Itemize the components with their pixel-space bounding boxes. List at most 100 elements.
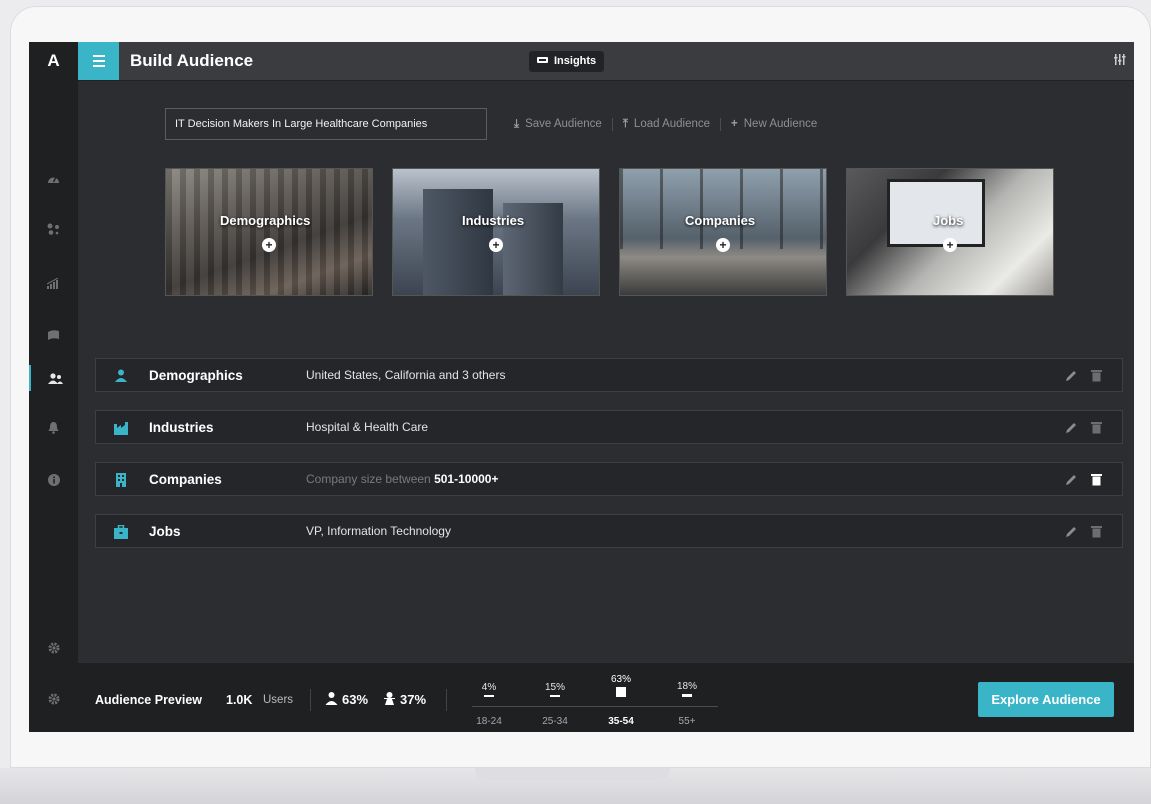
age-group-label: 55+ <box>678 716 696 727</box>
criteria-row-jobs[interactable]: Jobs VP, Information Technology <box>95 514 1123 548</box>
pencil-icon[interactable] <box>1065 421 1078 434</box>
menu-line-icon <box>92 65 105 67</box>
criteria-value: VP, Information Technology <box>306 524 451 538</box>
male-share: 63% <box>325 692 368 707</box>
upload-icon: ⤒ <box>622 118 628 130</box>
age-axis <box>472 706 718 707</box>
notifications-icon[interactable] <box>29 414 78 440</box>
age-pct-label: 15% <box>544 682 565 693</box>
crowd-photo <box>166 169 372 295</box>
page-title: Build Audience <box>130 51 254 70</box>
column-settings-icon[interactable] <box>1114 54 1126 68</box>
download-icon: ⤓ <box>514 118 520 130</box>
preview-count: 1.0K <box>226 693 253 707</box>
female-icon <box>384 692 395 705</box>
building-icon <box>116 473 126 487</box>
tile-demographics[interactable]: Demographics + <box>165 168 373 296</box>
add-circle-icon[interactable]: + <box>716 238 730 252</box>
load-audience-button[interactable]: ⤒ Load Audience <box>613 118 722 131</box>
female-share: 37% <box>383 692 426 707</box>
new-audience-button[interactable]: + New Audience <box>721 118 827 130</box>
info-icon[interactable] <box>29 466 78 492</box>
pencil-icon[interactable] <box>1065 369 1078 382</box>
save-audience-button[interactable]: ⤓ Save Audience <box>514 118 613 131</box>
male-pct: 63% <box>342 692 369 707</box>
person-icon <box>115 369 127 382</box>
briefcase-icon <box>114 525 128 539</box>
load-audience-label: Load Audience <box>633 118 711 130</box>
menu-line-icon <box>92 60 105 62</box>
female-pct: 37% <box>400 692 427 707</box>
age-bar <box>484 695 494 697</box>
criteria-name: Demographics <box>149 368 243 383</box>
pencil-icon[interactable] <box>1065 473 1078 486</box>
criteria-row-industries[interactable]: Industries Hospital & Health Care <box>95 410 1123 444</box>
trash-icon[interactable] <box>1091 369 1102 382</box>
settings-icon[interactable] <box>29 634 78 660</box>
age-group-label: 18-24 <box>476 716 502 727</box>
tile-label: Demographics <box>220 213 311 228</box>
tile-label: Jobs <box>933 213 964 228</box>
new-audience-label: New Audience <box>743 118 818 130</box>
save-audience-label: Save Audience <box>525 118 602 130</box>
app-logo[interactable]: A <box>29 42 78 80</box>
tile-label: Companies <box>685 213 756 228</box>
plus-icon: + <box>731 118 738 130</box>
preview-unit: Users <box>263 694 294 706</box>
explore-audience-button[interactable]: Explore Audience <box>978 682 1114 717</box>
tile-jobs[interactable]: Jobs + <box>846 168 1054 296</box>
tile-companies[interactable]: Companies + <box>619 168 827 296</box>
audience-preview-bar: Audience Preview 1.0K Users 63% 37% 4% 18… <box>78 662 1134 732</box>
analytics-icon[interactable] <box>29 270 78 296</box>
pencil-icon[interactable] <box>1065 525 1078 538</box>
factory-icon <box>114 422 128 435</box>
age-pct-label: 18% <box>676 681 697 692</box>
tile-label: Industries <box>462 213 525 228</box>
add-circle-icon[interactable]: + <box>489 238 503 252</box>
age-bar <box>616 687 626 697</box>
criteria-value: Company size between 501-10000+ <box>306 463 498 495</box>
top-bar: Build Audience Insights <box>78 42 1134 81</box>
audience-actions: ⤓ Save Audience ⤒ Load Audience + New Audienc… <box>514 118 827 131</box>
dashboard-icon[interactable] <box>29 165 78 191</box>
add-circle-icon[interactable]: + <box>262 238 276 252</box>
insights-label: Insights <box>554 55 597 67</box>
criteria-name: Industries <box>149 420 214 435</box>
divider <box>310 689 311 711</box>
criteria-value-strong: 501-10000+ <box>434 472 499 486</box>
age-bar <box>550 695 560 697</box>
criteria-value: United States, California and 3 others <box>306 368 506 382</box>
office-photo <box>620 169 826 249</box>
age-pct-label: 63% <box>610 674 631 685</box>
age-group-label: 35-54 <box>608 716 634 727</box>
age-bar <box>682 694 692 697</box>
hamburger-menu-button[interactable] <box>78 42 119 80</box>
insights-button[interactable]: Insights <box>529 51 605 72</box>
divider <box>446 689 447 711</box>
building-photo <box>423 189 493 295</box>
criteria-value-prefix: Company size between <box>306 472 431 486</box>
tile-industries[interactable]: Industries + <box>392 168 600 296</box>
age-pct-label: 4% <box>481 682 497 693</box>
trash-icon[interactable] <box>1091 473 1102 486</box>
trash-icon[interactable] <box>1091 525 1102 538</box>
campaigns-icon[interactable] <box>29 321 78 347</box>
criteria-value: Hospital & Health Care <box>306 420 429 434</box>
criteria-name: Companies <box>149 472 222 487</box>
segments-icon[interactable] <box>29 215 78 241</box>
menu-line-icon <box>92 55 105 57</box>
criteria-row-companies[interactable]: Companies Company size between 501-10000… <box>95 462 1123 496</box>
app-screen: A Build Audience Insights IT Decision Ma… <box>29 42 1134 732</box>
briefcase-icon <box>537 57 548 64</box>
add-circle-icon[interactable]: + <box>943 238 957 252</box>
audience-name-input[interactable]: IT Decision Makers In Large Healthcare C… <box>165 108 487 140</box>
preview-title: Audience Preview <box>95 693 202 707</box>
criteria-row-demographics[interactable]: Demographics United States, California a… <box>95 358 1123 392</box>
preferences-icon[interactable] <box>29 685 78 711</box>
trash-icon[interactable] <box>1091 421 1102 434</box>
criteria-name: Jobs <box>149 524 181 539</box>
left-rail: A <box>29 42 78 732</box>
male-icon <box>325 692 338 705</box>
audience-icon[interactable] <box>29 365 80 391</box>
laptop-notch <box>475 768 670 780</box>
